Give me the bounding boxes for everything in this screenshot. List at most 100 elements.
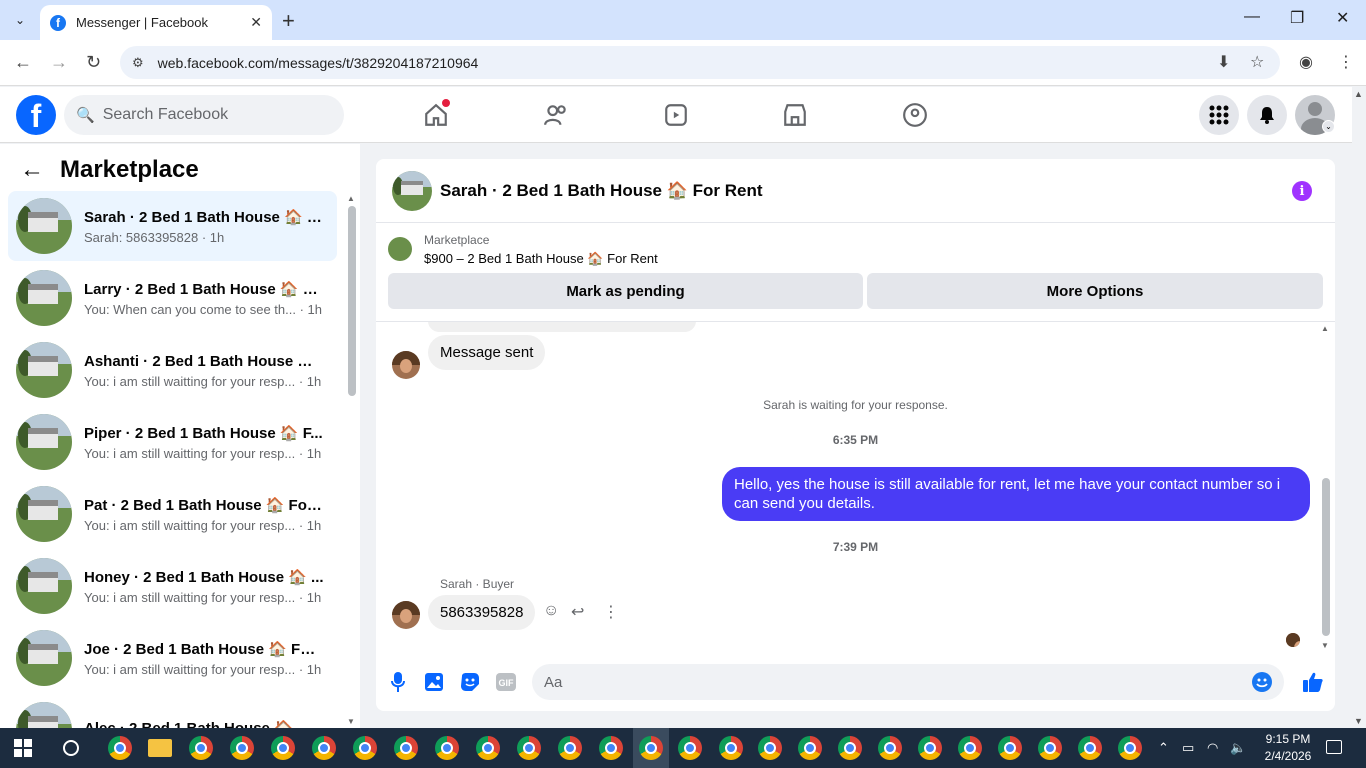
chrome-window-icon[interactable]: [1078, 736, 1102, 760]
gif-icon[interactable]: GIF: [495, 671, 517, 693]
chrome-window-icon[interactable]: [353, 736, 377, 760]
chrome-window-icon[interactable]: [394, 736, 418, 760]
forward-button[interactable]: →: [50, 52, 68, 73]
profile-icon[interactable]: ◉: [1299, 52, 1313, 72]
windows-start-icon[interactable]: [14, 739, 32, 757]
taskbar-clock[interactable]: 9:15 PM 2/4/2026: [1258, 731, 1318, 765]
facebook-logo-icon[interactable]: f: [16, 95, 56, 135]
conversation-item[interactable]: Pat · 2 Bed 1 Bath House 🏠 For ... You: i…: [8, 479, 337, 549]
chrome-window-icon[interactable]: [189, 736, 213, 760]
chrome-window-icon[interactable]: [798, 736, 822, 760]
conversation-item[interactable]: Larry · 2 Bed 1 Bath House 🏠 Fo... You: W…: [8, 263, 337, 333]
chrome-window-icon[interactable]: [678, 736, 702, 760]
photo-attach-icon[interactable]: [423, 671, 445, 693]
chrome-window-icon[interactable]: [435, 736, 459, 760]
listing-thumbnail[interactable]: [392, 171, 432, 211]
page-scrollbar[interactable]: ▲ ▼: [1352, 87, 1366, 728]
sender-avatar[interactable]: [392, 351, 420, 379]
notifications-bell-icon[interactable]: [1247, 95, 1287, 135]
home-nav-icon[interactable]: [422, 99, 450, 129]
microphone-icon[interactable]: [387, 671, 409, 693]
sidebar-scrollbar[interactable]: ▲ ▼: [346, 194, 356, 728]
notification-center-icon[interactable]: [1326, 740, 1342, 754]
conversation-item[interactable]: Alec · 2 Bed 1 Bath House 🏠 ...: [8, 695, 337, 728]
chrome-window-icon[interactable]: [878, 736, 902, 760]
react-emoji-icon[interactable]: ☺: [543, 602, 559, 620]
messages-scrollbar[interactable]: ▲ ▼: [1321, 322, 1333, 651]
restore-button[interactable]: ❐: [1290, 8, 1304, 28]
reply-arrow-icon[interactable]: ↩: [571, 602, 584, 622]
conversation-listing-thumbnail: [16, 630, 72, 686]
chrome-window-icon[interactable]: [918, 736, 942, 760]
taskbar-search-icon[interactable]: [63, 740, 79, 756]
more-options-button[interactable]: More Options: [867, 273, 1323, 309]
conversation-name: Piper · 2 Bed 1 Bath House 🏠 F...: [84, 424, 323, 442]
search-icon: 🔍: [76, 107, 95, 124]
listing-title[interactable]: $900 – 2 Bed 1 Bath House 🏠 For Rent: [424, 251, 658, 267]
battery-icon[interactable]: ▭: [1182, 740, 1194, 756]
listing-small-thumbnail[interactable]: [388, 237, 412, 261]
outgoing-message-bubble[interactable]: Hello, yes the house is still available …: [722, 467, 1310, 521]
friends-nav-icon[interactable]: [542, 101, 570, 129]
chrome-window-icon[interactable]: [271, 736, 295, 760]
volume-icon[interactable]: 🔈: [1230, 740, 1246, 756]
address-bar[interactable]: ⚙ web.facebook.com/messages/t/3829204187…: [120, 46, 1280, 79]
chrome-window-icon[interactable]: [476, 736, 500, 760]
chrome-window-icon[interactable]: [230, 736, 254, 760]
chrome-window-icon[interactable]: [639, 736, 663, 760]
chrome-window-icon[interactable]: [838, 736, 862, 760]
conversation-item[interactable]: Honey · 2 Bed 1 Bath House 🏠 ... You: i a…: [8, 551, 337, 621]
minimize-button[interactable]: —: [1244, 8, 1260, 26]
menu-grid-icon[interactable]: [1199, 95, 1239, 135]
chat-title[interactable]: Sarah · 2 Bed 1 Bath House 🏠 For Rent: [440, 181, 763, 201]
conversation-item[interactable]: Piper · 2 Bed 1 Bath House 🏠 F... You: i …: [8, 407, 337, 477]
chrome-window-icon[interactable]: [558, 736, 582, 760]
chrome-window-icon[interactable]: [599, 736, 623, 760]
seen-avatar: [1286, 633, 1300, 647]
facebook-search-input[interactable]: 🔍 Search Facebook: [64, 95, 344, 135]
conversation-item[interactable]: Ashanti · 2 Bed 1 Bath House 🏠 ... You: i…: [8, 335, 337, 405]
incoming-message-bubble[interactable]: Message sent: [428, 335, 546, 370]
tab-close-icon[interactable]: ✕: [250, 14, 262, 31]
sticker-icon[interactable]: [459, 671, 481, 693]
emoji-icon[interactable]: [1252, 672, 1272, 692]
more-actions-icon[interactable]: ⋮: [603, 602, 619, 622]
bookmark-star-icon[interactable]: ☆: [1250, 52, 1264, 72]
wifi-icon[interactable]: ◠: [1207, 740, 1218, 756]
back-arrow-icon[interactable]: ←: [20, 156, 44, 184]
like-thumbs-up-icon[interactable]: [1301, 671, 1325, 693]
new-tab-button[interactable]: +: [282, 8, 295, 34]
conversation-snippet: You: i am still waitting for your resp..…: [84, 517, 322, 533]
sender-avatar[interactable]: [392, 601, 420, 629]
close-window-button[interactable]: ✕: [1336, 8, 1349, 28]
incoming-message-bubble[interactable]: 5863395828: [428, 595, 536, 630]
chrome-window-icon[interactable]: [998, 736, 1022, 760]
install-app-icon[interactable]: ⬇: [1217, 52, 1230, 72]
video-nav-icon[interactable]: [662, 101, 690, 129]
mark-as-pending-button[interactable]: Mark as pending: [388, 273, 863, 309]
tray-chevron-up-icon[interactable]: ⌃: [1158, 740, 1169, 756]
message-input[interactable]: Aa: [532, 664, 1284, 700]
chrome-window-icon[interactable]: [719, 736, 743, 760]
conversation-item[interactable]: Sarah · 2 Bed 1 Bath House 🏠 F... Sarah: …: [8, 191, 337, 261]
reload-button[interactable]: ↻: [86, 52, 101, 73]
browser-menu-icon[interactable]: ⋮: [1338, 52, 1354, 72]
site-info-icon[interactable]: ⚙: [132, 55, 144, 71]
file-explorer-icon[interactable]: [148, 739, 172, 757]
back-button[interactable]: ←: [14, 52, 32, 73]
info-icon[interactable]: i: [1292, 181, 1312, 201]
conversation-snippet: You: i am still waitting for your resp..…: [84, 589, 322, 605]
chrome-window-icon[interactable]: [958, 736, 982, 760]
groups-nav-icon[interactable]: [901, 101, 929, 129]
chrome-window-icon[interactable]: [758, 736, 782, 760]
marketplace-nav-icon[interactable]: [781, 101, 809, 129]
conversation-item[interactable]: Joe · 2 Bed 1 Bath House 🏠 For ... You: i…: [8, 623, 337, 693]
account-chevron-down-icon[interactable]: ⌄: [1322, 120, 1335, 133]
tab-search-dropdown[interactable]: ⌄: [6, 7, 34, 33]
chrome-window-icon[interactable]: [517, 736, 541, 760]
chrome-window-icon[interactable]: [312, 736, 336, 760]
chrome-window-icon[interactable]: [1118, 736, 1142, 760]
chrome-window-icon[interactable]: [1038, 736, 1062, 760]
browser-tab-messenger[interactable]: f Messenger | Facebook ✕: [40, 5, 272, 40]
chrome-window-icon[interactable]: [108, 736, 132, 760]
